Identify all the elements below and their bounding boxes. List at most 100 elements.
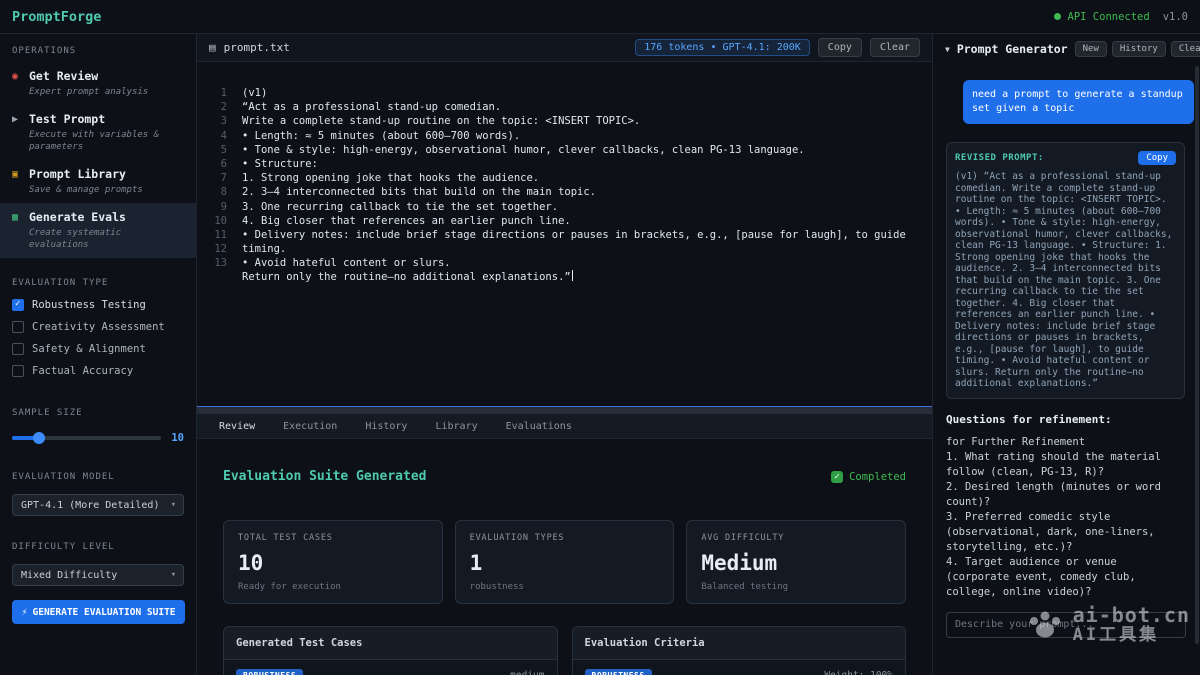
generate-evaluation-suite-button[interactable]: ⚡ GENERATE EVALUATION SUITE bbox=[12, 600, 185, 624]
criteria-row[interactable]: ROBUSTNESS Weight: 100% bbox=[573, 660, 906, 675]
editor-line[interactable]: 1(v1) bbox=[197, 86, 932, 100]
editor-line[interactable]: 12timing. bbox=[197, 242, 932, 256]
editor-line[interactable]: 3Write a complete stand-up routine on th… bbox=[197, 114, 932, 128]
prompt-describe-input[interactable] bbox=[946, 612, 1186, 638]
editor-line[interactable]: 104. Big closer that references an earli… bbox=[197, 214, 932, 228]
evaluation-criteria-panel: Evaluation Criteria ROBUSTNESS Weight: 1… bbox=[572, 626, 907, 675]
line-number: 2 bbox=[197, 100, 227, 114]
operation-subtitle: Save & manage prompts bbox=[29, 184, 184, 196]
evaluation-model-select[interactable]: GPT-4.1 (More Detailed) bbox=[12, 494, 184, 516]
copy-button[interactable]: Copy bbox=[818, 38, 862, 57]
generated-test-cases-panel: Generated Test Cases ROBUSTNESS medium bbox=[223, 626, 558, 675]
stat-value: 10 bbox=[238, 551, 428, 575]
editor-line[interactable]: 71. Strong opening joke that hooks the a… bbox=[197, 171, 932, 185]
sidebar-item-generate-evals[interactable]: ▦Generate Evals Create systematic evalua… bbox=[0, 203, 196, 258]
checkbox-robustness-testing[interactable]: Robustness Testing bbox=[0, 294, 196, 316]
checkbox-checked-icon[interactable] bbox=[12, 299, 24, 311]
clear-chat-button[interactable]: Clear bbox=[1171, 41, 1200, 57]
line-text: 3. One recurring callback to tie the set… bbox=[227, 200, 558, 214]
stat-value: 1 bbox=[470, 551, 660, 575]
row-meta: Weight: 100% bbox=[824, 670, 893, 675]
split-resize-handle[interactable] bbox=[197, 406, 932, 414]
line-text: • Structure: bbox=[227, 157, 318, 171]
text-cursor-icon bbox=[572, 270, 574, 281]
tab-evaluations[interactable]: Evaluations bbox=[494, 417, 584, 436]
editor-line[interactable]: 2“Act as a professional stand-up comedia… bbox=[197, 100, 932, 114]
editor-line[interactable]: Return only the routine—no additional ex… bbox=[197, 270, 932, 284]
checkbox-unchecked-icon[interactable] bbox=[12, 343, 24, 355]
operation-subtitle: Create systematic evaluations bbox=[29, 227, 184, 251]
editor-line[interactable]: 82. 3–4 interconnected bits that build o… bbox=[197, 185, 932, 199]
evals-grid-icon: ▦ bbox=[12, 212, 22, 223]
review-icon: ◉ bbox=[12, 71, 22, 82]
tab-execution[interactable]: Execution bbox=[271, 417, 349, 436]
check-icon: ✓ bbox=[831, 471, 843, 483]
prompt-editor[interactable]: 1(v1)2“Act as a professional stand-up co… bbox=[197, 62, 932, 406]
checkbox-creativity-assessment[interactable]: Creativity Assessment bbox=[0, 316, 196, 338]
sidebar-item-get-review[interactable]: ◉Get Review Expert prompt analysis bbox=[0, 62, 196, 105]
slider-thumb[interactable] bbox=[33, 432, 45, 444]
results-area: Evaluation Suite Generated ✓ Completed T… bbox=[197, 439, 932, 675]
line-text: 4. Big closer that references an earlier… bbox=[227, 214, 571, 228]
difficulty-section-label: DIFFICULTY LEVEL bbox=[0, 530, 196, 558]
line-text: (v1) bbox=[227, 86, 267, 100]
tab-review[interactable]: Review bbox=[207, 417, 267, 436]
assistant-scrollbar[interactable] bbox=[1195, 66, 1199, 644]
play-icon: ▶ bbox=[12, 114, 22, 125]
stat-sub: Ready for execution bbox=[238, 582, 428, 592]
detail-panels: Generated Test Cases ROBUSTNESS medium E… bbox=[223, 626, 906, 675]
stat-cards: TOTAL TEST CASES 10 Ready for execution … bbox=[223, 520, 906, 604]
line-text: • Avoid hateful content or slurs. bbox=[227, 256, 451, 270]
clear-button[interactable]: Clear bbox=[870, 38, 920, 57]
sidebar-item-prompt-library[interactable]: ▣ Prompt Library Save & manage prompts bbox=[0, 160, 196, 203]
line-text: 1. Strong opening joke that hooks the au… bbox=[227, 171, 539, 185]
test-case-row[interactable]: ROBUSTNESS medium bbox=[224, 660, 557, 675]
revised-prompt-card: REVISED PROMPT: Copy (v1) “Act as a prof… bbox=[946, 142, 1185, 399]
line-number: 7 bbox=[197, 171, 227, 185]
evaluation-type-section-label: EVALUATION TYPE bbox=[0, 266, 196, 294]
line-text: • Length: ≈ 5 minutes (about 600–700 wor… bbox=[227, 129, 520, 143]
stat-card-evaluation-types: EVALUATION TYPES 1 robustness bbox=[455, 520, 675, 604]
line-text: 2. 3–4 interconnected bits that build on… bbox=[227, 185, 596, 199]
line-number bbox=[197, 270, 227, 284]
history-button[interactable]: History bbox=[1112, 41, 1166, 57]
robustness-badge: ROBUSTNESS bbox=[585, 669, 652, 675]
revised-prompt-label: REVISED PROMPT: bbox=[955, 153, 1044, 163]
tab-library[interactable]: Library bbox=[423, 417, 489, 436]
checkbox-factual-accuracy[interactable]: Factual Accuracy bbox=[0, 360, 196, 382]
editor-line[interactable]: 93. One recurring callback to tie the se… bbox=[197, 200, 932, 214]
checkbox-unchecked-icon[interactable] bbox=[12, 321, 24, 333]
library-icon: ▣ bbox=[12, 169, 22, 180]
panel-title: Generated Test Cases bbox=[224, 627, 557, 660]
editor-lines: 1(v1)2“Act as a professional stand-up co… bbox=[197, 86, 932, 285]
sample-size-slider-row: 10 bbox=[0, 424, 196, 448]
copy-revised-button[interactable]: Copy bbox=[1138, 151, 1176, 165]
editor-line[interactable]: 4• Length: ≈ 5 minutes (about 600–700 wo… bbox=[197, 129, 932, 143]
operation-title: Prompt Library bbox=[29, 167, 126, 181]
api-status-dot-icon bbox=[1054, 13, 1061, 20]
checkbox-unchecked-icon[interactable] bbox=[12, 365, 24, 377]
sample-size-value: 10 bbox=[171, 432, 184, 444]
checkbox-safety-alignment[interactable]: Safety & Alignment bbox=[0, 338, 196, 360]
editor-line[interactable]: 5• Tone & style: high-energy, observatio… bbox=[197, 143, 932, 157]
operations-sidebar: OPERATIONS ◉Get Review Expert prompt ana… bbox=[0, 34, 197, 675]
results-title: Evaluation Suite Generated bbox=[223, 469, 427, 484]
chevron-down-icon[interactable]: ▼ bbox=[945, 45, 950, 54]
editor-line[interactable]: 13• Avoid hateful content or slurs. bbox=[197, 256, 932, 270]
token-count-badge: 176 tokens • GPT-4.1: 200K bbox=[635, 39, 810, 56]
line-number: 10 bbox=[197, 214, 227, 228]
difficulty-select[interactable]: Mixed Difficulty bbox=[12, 564, 184, 586]
stat-card-avg-difficulty: AVG DIFFICULTY Medium Balanced testing bbox=[686, 520, 906, 604]
checkbox-label: Factual Accuracy bbox=[32, 365, 133, 377]
stat-label: EVALUATION TYPES bbox=[470, 533, 660, 543]
editor-line[interactable]: 6• Structure: bbox=[197, 157, 932, 171]
tab-history[interactable]: History bbox=[353, 417, 419, 436]
line-number: 1 bbox=[197, 86, 227, 100]
new-button[interactable]: New bbox=[1075, 41, 1107, 57]
sidebar-item-test-prompt[interactable]: ▶Test Prompt Execute with variables & pa… bbox=[0, 105, 196, 160]
line-number: 8 bbox=[197, 185, 227, 199]
sample-size-slider[interactable] bbox=[12, 436, 161, 440]
editor-line[interactable]: 11• Delivery notes: include brief stage … bbox=[197, 228, 932, 242]
stat-label: AVG DIFFICULTY bbox=[701, 533, 891, 543]
line-number: 12 bbox=[197, 242, 227, 256]
